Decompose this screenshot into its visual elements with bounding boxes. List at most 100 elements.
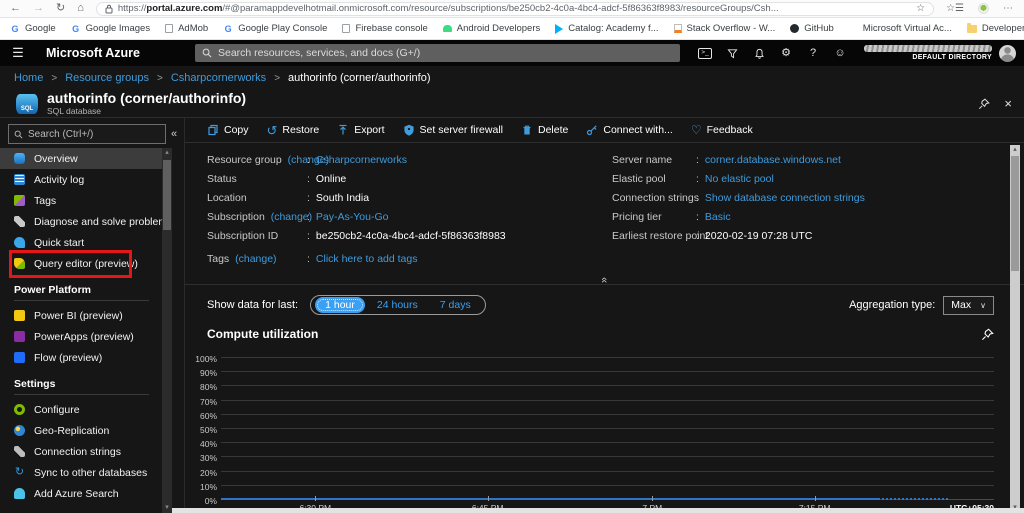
- sidebar-item-sync-databases[interactable]: ↻ Sync to other databases: [0, 462, 163, 483]
- collapse-sidebar-icon[interactable]: «: [170, 128, 178, 140]
- help-icon[interactable]: ?: [806, 46, 820, 60]
- global-search[interactable]: [195, 44, 680, 62]
- overview-icon: [14, 153, 25, 164]
- sidebar-item-activity-log[interactable]: Activity log: [0, 169, 163, 190]
- sidebar-scrollbar[interactable]: ▴ ▾: [162, 148, 172, 513]
- page-icon: [165, 24, 174, 33]
- delete-button[interactable]: Delete: [521, 124, 568, 136]
- y-tick-label: 60%: [199, 410, 217, 421]
- restore-button[interactable]: ↺ Restore: [267, 124, 320, 137]
- resource-menu-sidebar: « Overview Activity log Tags Diagnose an…: [0, 118, 185, 513]
- notifications-bell-icon[interactable]: [752, 46, 766, 60]
- bookmark-folder-developer[interactable]: Developer: [966, 22, 1024, 34]
- sidebar-item-tags[interactable]: Tags: [0, 190, 163, 211]
- y-tick-label: 10%: [199, 481, 217, 492]
- sidebar-item-powerapps[interactable]: PowerApps (preview): [0, 326, 163, 347]
- favorite-star-icon[interactable]: ☆: [916, 3, 925, 14]
- back-icon[interactable]: ←: [10, 3, 21, 14]
- favorites-bar-icon[interactable]: ☆☰: [946, 3, 964, 14]
- feedback-smiley-icon[interactable]: ☺: [833, 46, 847, 60]
- collapse-essentials-icon[interactable]: «: [599, 277, 611, 283]
- range-1-hour[interactable]: 1 hour: [315, 297, 365, 313]
- subscription-id-row: Subscription IDbe250cb2-4c0a-4bc4-adcf-5…: [207, 226, 612, 245]
- sidebar-item-query-editor[interactable]: Query editor (preview): [0, 253, 163, 274]
- bookmark-admob[interactable]: AdMob: [165, 23, 208, 34]
- connect-with-button[interactable]: Connect with...: [586, 124, 673, 136]
- directory-filter-icon[interactable]: [725, 46, 739, 60]
- cloud-shell-icon[interactable]: >_: [698, 47, 712, 59]
- sidebar-item-power-bi[interactable]: Power BI (preview): [0, 305, 163, 326]
- elastic-pool-link[interactable]: No elastic pool: [705, 173, 774, 185]
- forward-icon[interactable]: →: [33, 3, 44, 14]
- sync-icon: ↻: [14, 466, 25, 478]
- pin-icon[interactable]: [978, 98, 991, 110]
- bookmark-stack-overflow[interactable]: Stack Overflow - W...: [673, 23, 775, 34]
- add-tags-link[interactable]: Click here to add tags: [316, 253, 418, 265]
- bookmark-android-developers[interactable]: Android Developers: [442, 23, 540, 34]
- bookmark-firebase-console[interactable]: Firebase console: [342, 23, 428, 34]
- global-search-input[interactable]: [218, 47, 673, 59]
- google-play-icon: [555, 23, 564, 34]
- sidebar-item-flow[interactable]: Flow (preview): [0, 347, 163, 368]
- sidebar-item-overview[interactable]: Overview: [0, 148, 163, 169]
- bookmark-microsoft-virtual-academy[interactable]: Microsoft Virtual Ac...: [849, 23, 952, 34]
- location-value: South India: [315, 191, 370, 204]
- topbar-icons: >_ ⚙ ? ☺: [698, 46, 847, 60]
- main-scrollbar[interactable]: ▴ ▾: [1010, 145, 1020, 513]
- refresh-icon[interactable]: ↻: [56, 3, 65, 14]
- home-icon[interactable]: ⌂: [77, 3, 84, 14]
- connection-strings-link[interactable]: Show database connection strings: [705, 192, 865, 204]
- address-bar[interactable]: https://portal.azure.com/#@paramappdevel…: [95, 1, 935, 16]
- sidebar-search[interactable]: [8, 124, 166, 144]
- change-link[interactable]: (change): [235, 253, 276, 265]
- browser-actions: ☆☰ ⋯: [946, 3, 1014, 14]
- bookmark-google-images[interactable]: G Google Images: [71, 23, 150, 34]
- scrollbar-thumb[interactable]: [1011, 156, 1019, 271]
- set-server-firewall-button[interactable]: Set server firewall: [403, 124, 503, 136]
- settings-gear-icon[interactable]: ⚙: [779, 46, 793, 60]
- breadcrumb-resource-groups[interactable]: Resource groups: [65, 72, 149, 84]
- range-7-days[interactable]: 7 days: [430, 297, 481, 313]
- breadcrumb-separator: [274, 72, 280, 84]
- pin-chart-icon[interactable]: [981, 328, 994, 341]
- bookmark-github[interactable]: GitHub: [790, 23, 834, 34]
- sidebar-item-diagnose[interactable]: Diagnose and solve problems: [0, 211, 172, 232]
- bookmark-catalog-academy[interactable]: Catalog: Academy f...: [555, 23, 659, 34]
- breadcrumb-current: authorinfo (corner/authorinfo): [288, 72, 431, 84]
- sidebar-item-quick-start[interactable]: Quick start: [0, 232, 163, 253]
- aggregation-type-select[interactable]: Max ∨: [943, 295, 994, 315]
- stack-overflow-icon: [673, 24, 682, 33]
- scroll-up-icon[interactable]: ▴: [162, 148, 172, 158]
- pricing-tier-link[interactable]: Basic: [705, 211, 731, 223]
- copy-button[interactable]: Copy: [207, 124, 249, 136]
- sidebar-search-input[interactable]: [28, 128, 160, 140]
- bookmark-google[interactable]: G Google: [10, 23, 55, 34]
- account-block[interactable]: DEFAULT DIRECTORY: [864, 44, 1024, 62]
- close-icon[interactable]: ×: [1004, 96, 1012, 111]
- sql-database-icon: SQL: [16, 93, 38, 114]
- bookmark-google-play-console[interactable]: G Google Play Console: [223, 23, 328, 34]
- extension-icon[interactable]: [978, 3, 989, 14]
- breadcrumb-home[interactable]: Home: [14, 72, 43, 84]
- android-icon: [442, 25, 452, 32]
- resource-group-link[interactable]: Csharpcornerworks: [316, 154, 407, 166]
- sidebar-item-configure[interactable]: Configure: [0, 399, 163, 420]
- sidebar-item-connection-strings[interactable]: Connection strings: [0, 441, 163, 462]
- key-icon: [14, 446, 25, 457]
- sidebar-item-add-azure-search[interactable]: Add Azure Search: [0, 483, 163, 504]
- scroll-up-icon[interactable]: ▴: [1010, 145, 1020, 155]
- breadcrumb-resource-group-name[interactable]: Csharpcornerworks: [171, 72, 266, 84]
- scroll-down-icon[interactable]: ▾: [162, 503, 172, 513]
- browser-menu-icon[interactable]: ⋯: [1003, 3, 1014, 14]
- subscription-link[interactable]: Pay-As-You-Go: [316, 211, 389, 223]
- scrollbar-thumb[interactable]: [163, 160, 171, 230]
- hamburger-menu-icon[interactable]: ☰: [0, 45, 36, 61]
- range-24-hours[interactable]: 24 hours: [367, 297, 428, 313]
- sidebar-item-geo-replication[interactable]: Geo-Replication: [0, 420, 163, 441]
- section-header-power-platform: Power Platform: [14, 284, 92, 296]
- avatar[interactable]: [999, 44, 1016, 62]
- server-name-link[interactable]: corner.database.windows.net: [705, 154, 841, 166]
- change-link[interactable]: (change): [271, 211, 312, 223]
- export-button[interactable]: Export: [337, 124, 385, 136]
- feedback-button[interactable]: ♡ Feedback: [691, 124, 753, 136]
